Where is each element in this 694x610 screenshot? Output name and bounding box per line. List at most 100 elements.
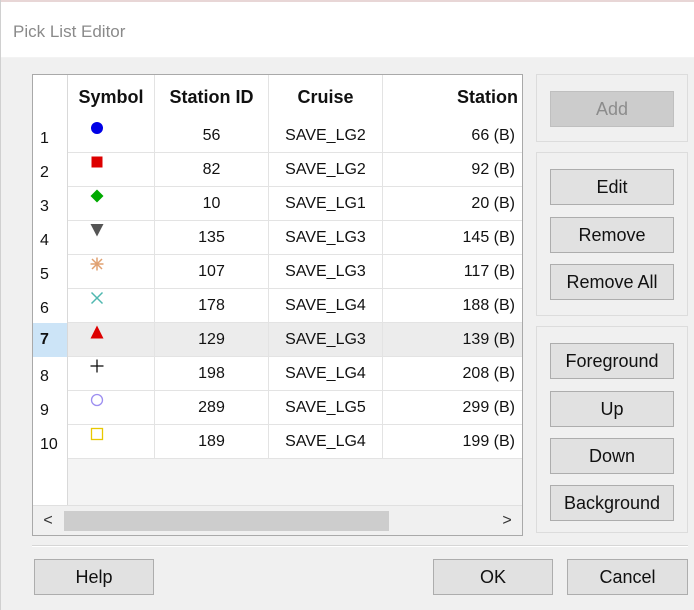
help-button[interactable]: Help <box>34 559 154 595</box>
symbol-cell[interactable] <box>68 221 155 255</box>
table-row[interactable]: 5 107 SAVE_LG3 117 (B) <box>33 255 522 289</box>
row-number[interactable]: 6 <box>33 289 68 323</box>
station-cell[interactable]: 145 (B) <box>383 221 522 255</box>
cruise-cell[interactable]: SAVE_LG3 <box>269 323 383 357</box>
cruise-cell[interactable]: SAVE_LG3 <box>269 255 383 289</box>
symbol-cell[interactable] <box>68 153 155 187</box>
station-id-cell[interactable]: 135 <box>155 221 269 255</box>
gray-filled-down-triangle-icon <box>90 224 104 237</box>
blue-filled-circle-icon <box>91 122 103 134</box>
table-row[interactable]: 4 135 SAVE_LG3 145 (B) <box>33 221 522 255</box>
symbol-cell[interactable] <box>68 119 155 153</box>
table-row[interactable]: 7 129 SAVE_LG3 139 (B) <box>33 323 522 357</box>
row-number[interactable]: 2 <box>33 153 68 187</box>
station-cell[interactable]: 299 (B) <box>383 391 522 425</box>
row-number[interactable]: 7 <box>33 323 68 357</box>
station-cell[interactable]: 139 (B) <box>383 323 522 357</box>
red-filled-up-triangle-icon <box>90 325 104 339</box>
cruise-cell[interactable]: SAVE_LG2 <box>269 119 383 153</box>
column-header-station[interactable]: Station <box>383 75 522 119</box>
down-button[interactable]: Down <box>550 438 674 474</box>
scrollbar-thumb[interactable] <box>64 511 389 531</box>
table-row[interactable]: 1 56 SAVE_LG2 66 (B) <box>33 119 522 153</box>
table-row[interactable]: 3 10 SAVE_LG1 20 (B) <box>33 187 522 221</box>
station-cell[interactable]: 188 (B) <box>383 289 522 323</box>
station-id-cell[interactable]: 289 <box>155 391 269 425</box>
title-bar: Pick List Editor <box>1 0 694 58</box>
add-button[interactable]: Add <box>550 91 674 127</box>
table-row[interactable]: 10 189 SAVE_LG4 199 (B) <box>33 425 522 459</box>
station-id-cell[interactable]: 82 <box>155 153 269 187</box>
cruise-cell[interactable]: SAVE_LG5 <box>269 391 383 425</box>
station-id-cell[interactable]: 129 <box>155 323 269 357</box>
footer-separator-highlight <box>32 546 688 547</box>
table-row[interactable]: 6 178 SAVE_LG4 188 (B) <box>33 289 522 323</box>
station-id-cell[interactable]: 10 <box>155 187 269 221</box>
orange-asterisk-icon <box>90 257 104 271</box>
symbol-cell[interactable] <box>68 289 155 323</box>
scroll-left-icon[interactable]: < <box>33 506 63 535</box>
row-number[interactable]: 1 <box>33 119 68 153</box>
window-title: Pick List Editor <box>13 22 126 41</box>
background-button[interactable]: Background <box>550 485 674 521</box>
cruise-cell[interactable]: SAVE_LG4 <box>269 425 383 459</box>
horizontal-scrollbar[interactable]: < > <box>33 505 522 535</box>
green-filled-diamond-icon <box>90 189 104 203</box>
up-button[interactable]: Up <box>550 391 674 427</box>
station-cell[interactable]: 92 (B) <box>383 153 522 187</box>
row-number[interactable]: 5 <box>33 255 68 289</box>
symbol-cell[interactable] <box>68 323 155 357</box>
remove-all-button[interactable]: Remove All <box>550 264 674 300</box>
order-group: Foreground Up Down Background <box>536 326 688 533</box>
ok-button[interactable]: OK <box>433 559 553 595</box>
grid-empty-area <box>68 459 522 505</box>
red-filled-square-icon <box>91 156 103 168</box>
add-group: Add <box>536 74 688 142</box>
row-number[interactable]: 9 <box>33 391 68 425</box>
station-id-cell[interactable]: 56 <box>155 119 269 153</box>
cruise-cell[interactable]: SAVE_LG1 <box>269 187 383 221</box>
scroll-right-icon[interactable]: > <box>492 506 522 535</box>
cruise-cell[interactable]: SAVE_LG4 <box>269 289 383 323</box>
row-number[interactable]: 8 <box>33 357 68 391</box>
station-cell[interactable]: 117 (B) <box>383 255 522 289</box>
row-number[interactable]: 4 <box>33 221 68 255</box>
symbol-cell[interactable] <box>68 357 155 391</box>
cruise-cell[interactable]: SAVE_LG4 <box>269 357 383 391</box>
column-header-symbol[interactable]: Symbol <box>68 75 155 119</box>
table-row[interactable]: 9 289 SAVE_LG5 299 (B) <box>33 391 522 425</box>
symbol-cell[interactable] <box>68 187 155 221</box>
station-id-cell[interactable]: 178 <box>155 289 269 323</box>
pick-list-editor-window: Pick List Editor Symbol Station ID Cruis… <box>0 0 694 610</box>
top-border <box>1 0 694 2</box>
station-id-cell[interactable]: 189 <box>155 425 269 459</box>
column-header-cruise[interactable]: Cruise <box>269 75 383 119</box>
row-number[interactable]: 10 <box>33 425 68 459</box>
symbol-cell[interactable] <box>68 255 155 289</box>
foreground-button[interactable]: Foreground <box>550 343 674 379</box>
edit-button[interactable]: Edit <box>550 169 674 205</box>
row-number[interactable]: 3 <box>33 187 68 221</box>
symbol-cell[interactable] <box>68 425 155 459</box>
grid-header-row: Symbol Station ID Cruise Station <box>68 75 522 119</box>
cruise-cell[interactable]: SAVE_LG2 <box>269 153 383 187</box>
table-row[interactable]: 8 198 SAVE_LG4 208 (B) <box>33 357 522 391</box>
station-cell[interactable]: 208 (B) <box>383 357 522 391</box>
symbol-cell[interactable] <box>68 391 155 425</box>
edit-group: Edit Remove Remove All <box>536 152 688 316</box>
pick-list-grid[interactable]: Symbol Station ID Cruise Station 1 56 SAVE… <box>32 74 523 536</box>
station-cell[interactable]: 199 (B) <box>383 425 522 459</box>
cruise-cell[interactable]: SAVE_LG3 <box>269 221 383 255</box>
table-row[interactable]: 2 82 SAVE_LG2 92 (B) <box>33 153 522 187</box>
teal-x-cross-icon <box>90 291 104 305</box>
column-header-station-id[interactable]: Station ID <box>155 75 269 119</box>
cancel-button[interactable]: Cancel <box>567 559 688 595</box>
station-cell[interactable]: 20 (B) <box>383 187 522 221</box>
lavender-open-circle-icon <box>90 393 104 407</box>
remove-button[interactable]: Remove <box>550 217 674 253</box>
station-id-cell[interactable]: 198 <box>155 357 269 391</box>
station-cell[interactable]: 66 (B) <box>383 119 522 153</box>
station-id-cell[interactable]: 107 <box>155 255 269 289</box>
black-plus-icon <box>90 359 104 373</box>
yellow-open-square-icon <box>90 427 104 441</box>
